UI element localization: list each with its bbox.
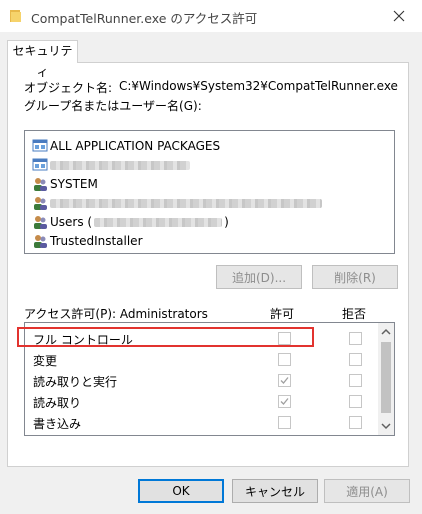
title-bar: CompatTelRunner.exe のアクセス許可 [0, 0, 422, 32]
chevron-up-icon[interactable] [381, 327, 391, 337]
deny-checkbox[interactable] [349, 395, 362, 408]
permission-row: 変更 [25, 349, 375, 370]
list-item[interactable] [32, 155, 190, 175]
list-item-label: SYSTEM [50, 177, 98, 191]
deny-checkbox[interactable] [349, 353, 362, 366]
deny-checkbox[interactable] [349, 374, 362, 387]
window-title: CompatTelRunner.exe のアクセス許可 [31, 11, 258, 26]
user-list[interactable]: ALL APPLICATION PACKAGES SYSTEM Users (… [24, 130, 395, 254]
users-icon [34, 235, 47, 248]
apply-button[interactable]: 適用(A) [324, 479, 410, 503]
tab-security[interactable]: セキュリティ [7, 40, 78, 79]
users-icon [34, 197, 47, 210]
list-item-label: Users ( [50, 215, 93, 229]
list-item[interactable]: ALL APPLICATION PACKAGES [32, 136, 220, 156]
close-button[interactable] [376, 0, 422, 32]
list-item-suffix: ) [224, 215, 229, 229]
redacted-text [50, 198, 322, 208]
app-packages-icon [32, 158, 48, 171]
permission-name: 読み取り [33, 396, 82, 410]
redacted-text [94, 217, 223, 227]
deny-checkbox[interactable] [349, 416, 362, 429]
ok-button[interactable]: OK [138, 479, 224, 503]
list-item[interactable]: TrustedInstaller [32, 231, 143, 251]
permission-row: 読み取りと実行 [25, 370, 375, 391]
chevron-down-icon[interactable] [381, 421, 391, 431]
highlight-box [17, 327, 314, 347]
redacted-text [50, 160, 190, 170]
scrollbar-thumb[interactable] [381, 342, 391, 413]
list-item[interactable]: Users ( ) [32, 212, 229, 232]
allow-checkbox[interactable] [278, 395, 291, 408]
list-item[interactable]: SYSTEM [32, 174, 98, 194]
groups-label: グループ名またはユーザー名(G): [24, 99, 202, 113]
list-item-label: ALL APPLICATION PACKAGES [50, 139, 221, 153]
app-packages-icon [32, 139, 48, 152]
checkmark-icon [280, 377, 289, 384]
allow-checkbox[interactable] [278, 416, 291, 429]
users-icon [34, 216, 47, 229]
allow-checkbox[interactable] [278, 353, 291, 366]
permission-row: 読み取り [25, 391, 375, 412]
permission-name: 読み取りと実行 [33, 375, 118, 389]
close-icon [393, 10, 405, 22]
users-icon [34, 178, 47, 191]
security-panel: オブジェクト名: C:¥Windows¥System32¥CompatTelRu… [7, 62, 409, 467]
folder-icon [10, 10, 21, 22]
allow-checkbox[interactable] [278, 374, 291, 387]
checkmark-icon [280, 398, 289, 405]
deny-header: 拒否 [342, 307, 367, 321]
permission-name: 変更 [33, 354, 58, 368]
list-item-label: TrustedInstaller [50, 234, 143, 248]
deny-checkbox[interactable] [349, 332, 362, 345]
cancel-button[interactable]: キャンセル [232, 479, 318, 503]
permissions-scrollbar[interactable] [378, 323, 394, 435]
allow-header: 許可 [270, 307, 295, 321]
permission-row: 書き込み [25, 412, 375, 433]
object-name-value: C:¥Windows¥System32¥CompatTelRunner.exe [119, 79, 398, 93]
permission-name: 書き込み [33, 417, 82, 431]
remove-button[interactable]: 削除(R) [312, 265, 398, 289]
list-item[interactable] [32, 193, 322, 213]
permissions-label: アクセス許可(P): Administrators [24, 307, 208, 321]
add-button[interactable]: 追加(D)... [216, 265, 302, 289]
